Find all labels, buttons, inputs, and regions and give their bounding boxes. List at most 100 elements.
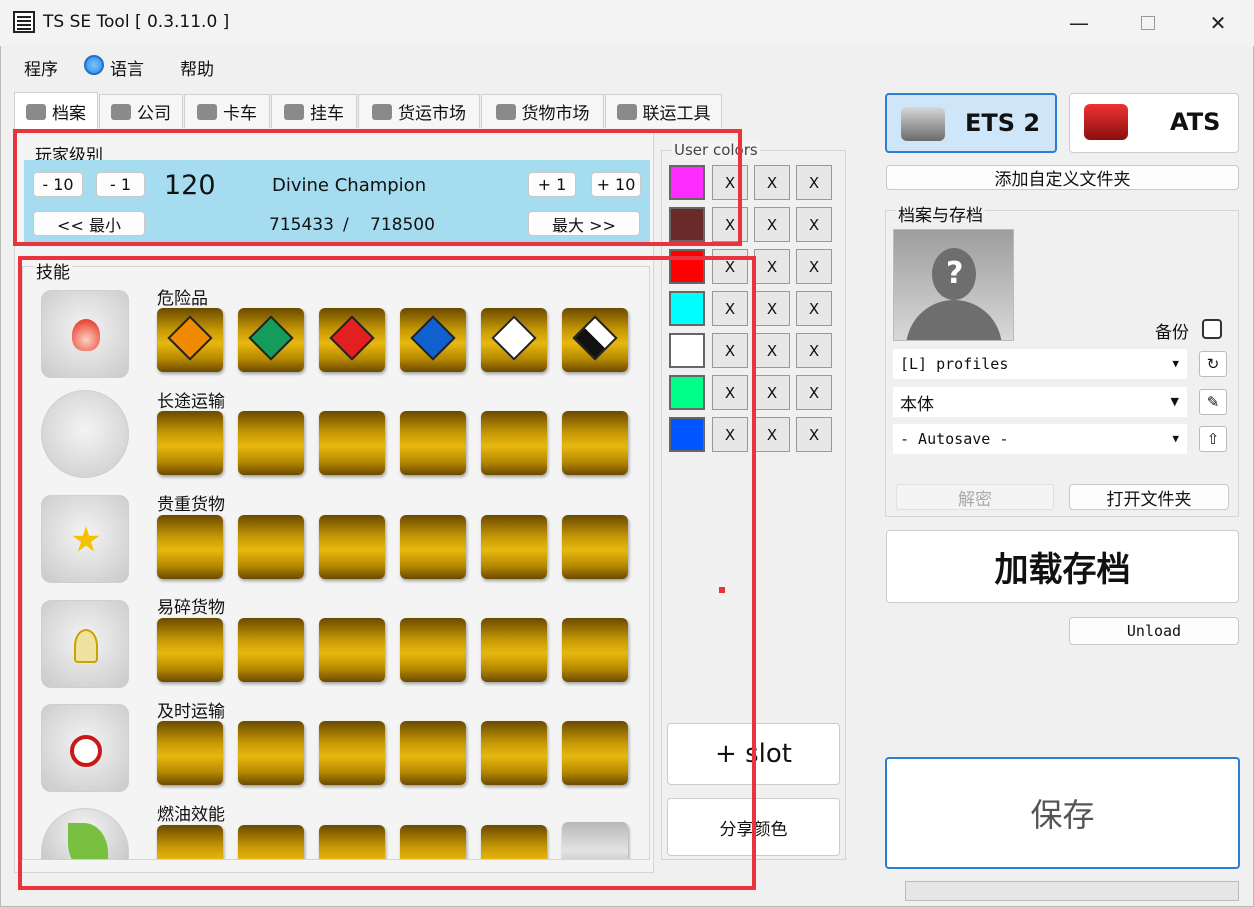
high-value-level-3[interactable] bbox=[319, 515, 385, 579]
maximize-button[interactable] bbox=[1113, 0, 1183, 46]
remove-color-button[interactable]: X bbox=[796, 417, 832, 452]
remove-color-button[interactable]: X bbox=[796, 165, 832, 200]
remove-color-button[interactable]: X bbox=[754, 165, 790, 200]
long-distance-level-6[interactable] bbox=[562, 411, 628, 475]
adr-badge-flammable[interactable] bbox=[319, 308, 385, 372]
long-distance-level-1[interactable] bbox=[157, 411, 223, 475]
load-save-button[interactable]: 加载存档 bbox=[886, 530, 1239, 603]
level-plus1-button[interactable]: + 1 bbox=[528, 172, 576, 197]
color-swatch-2[interactable] bbox=[669, 207, 705, 242]
just-in-time-level-2[interactable] bbox=[238, 721, 304, 785]
export-save-button[interactable]: ⇧ bbox=[1199, 426, 1227, 452]
tab-company[interactable]: 公司 bbox=[99, 94, 183, 128]
refresh-button[interactable]: ↻ bbox=[1199, 351, 1227, 377]
ets2-button[interactable]: ETS 2 bbox=[885, 93, 1057, 153]
fragile-level-4[interactable] bbox=[400, 618, 466, 682]
remove-color-button[interactable]: X bbox=[796, 333, 832, 368]
adr-badge-toxic[interactable] bbox=[481, 308, 547, 372]
remove-color-button[interactable]: X bbox=[796, 207, 832, 242]
decrypt-button[interactable]: 解密 bbox=[896, 484, 1054, 510]
menu-language[interactable]: 语言 bbox=[110, 55, 144, 80]
long-distance-level-5[interactable] bbox=[481, 411, 547, 475]
eco-level-3[interactable] bbox=[319, 825, 385, 859]
adr-badge-corrosive[interactable] bbox=[562, 308, 628, 372]
share-colors-button[interactable]: 分享颜色 bbox=[667, 798, 840, 856]
fragile-level-3[interactable] bbox=[319, 618, 385, 682]
remove-color-button[interactable]: X bbox=[712, 165, 748, 200]
menu-program[interactable]: 程序 bbox=[24, 55, 58, 80]
level-minus1-button[interactable]: - 1 bbox=[96, 172, 145, 197]
remove-color-button[interactable]: X bbox=[712, 249, 748, 284]
long-distance-level-4[interactable] bbox=[400, 411, 466, 475]
remove-color-button[interactable]: X bbox=[754, 249, 790, 284]
remove-color-button[interactable]: X bbox=[796, 291, 832, 326]
color-swatch-6[interactable] bbox=[669, 375, 705, 410]
tab-profile[interactable]: 档案 bbox=[14, 92, 98, 130]
minimize-button[interactable]: — bbox=[1044, 0, 1114, 46]
eco-level-5[interactable] bbox=[481, 825, 547, 859]
eco-level-6[interactable] bbox=[562, 822, 628, 859]
just-in-time-level-4[interactable] bbox=[400, 721, 466, 785]
just-in-time-level-5[interactable] bbox=[481, 721, 547, 785]
profiles-folder-select[interactable]: [L] profiles ▼ bbox=[893, 349, 1187, 379]
just-in-time-level-1[interactable] bbox=[157, 721, 223, 785]
fragile-level-2[interactable] bbox=[238, 618, 304, 682]
remove-color-button[interactable]: X bbox=[712, 417, 748, 452]
long-distance-level-2[interactable] bbox=[238, 411, 304, 475]
profile-select[interactable]: 本体 ▼ bbox=[893, 387, 1187, 417]
just-in-time-level-6[interactable] bbox=[562, 721, 628, 785]
level-max-button[interactable]: 最大 >> bbox=[528, 211, 640, 236]
fragile-level-6[interactable] bbox=[562, 618, 628, 682]
eco-level-4[interactable] bbox=[400, 825, 466, 859]
color-swatch-5[interactable] bbox=[669, 333, 705, 368]
fragile-level-1[interactable] bbox=[157, 618, 223, 682]
remove-color-button[interactable]: X bbox=[796, 375, 832, 410]
high-value-level-6[interactable] bbox=[562, 515, 628, 579]
tab-freight-market[interactable]: 货运市场 bbox=[358, 94, 480, 128]
save-button[interactable]: 保存 bbox=[885, 757, 1240, 869]
remove-color-button[interactable]: X bbox=[754, 375, 790, 410]
level-minus10-button[interactable]: - 10 bbox=[33, 172, 83, 197]
remove-color-button[interactable]: X bbox=[754, 333, 790, 368]
remove-color-button[interactable]: X bbox=[754, 417, 790, 452]
add-custom-folder-button[interactable]: 添加自定义文件夹 bbox=[886, 165, 1239, 190]
high-value-level-2[interactable] bbox=[238, 515, 304, 579]
high-value-level-1[interactable] bbox=[157, 515, 223, 579]
remove-color-button[interactable]: X bbox=[712, 375, 748, 410]
backup-checkbox[interactable] bbox=[1202, 319, 1222, 339]
color-swatch-4[interactable] bbox=[669, 291, 705, 326]
tab-convoy-tools[interactable]: 联运工具 bbox=[605, 94, 722, 128]
color-swatch-1[interactable] bbox=[669, 165, 705, 200]
level-plus10-button[interactable]: + 10 bbox=[591, 172, 641, 197]
remove-color-button[interactable]: X bbox=[712, 333, 748, 368]
ats-button[interactable]: ATS bbox=[1069, 93, 1239, 153]
eco-level-2[interactable] bbox=[238, 825, 304, 859]
unload-button[interactable]: Unload bbox=[1069, 617, 1239, 645]
adr-badge-dangerous-wet[interactable] bbox=[400, 308, 466, 372]
adr-badge-explosives[interactable] bbox=[157, 308, 223, 372]
open-folder-button[interactable]: 打开文件夹 bbox=[1069, 484, 1229, 510]
high-value-level-4[interactable] bbox=[400, 515, 466, 579]
remove-color-button[interactable]: X bbox=[754, 291, 790, 326]
long-distance-level-3[interactable] bbox=[319, 411, 385, 475]
color-swatch-7[interactable] bbox=[669, 417, 705, 452]
menu-help[interactable]: 帮助 bbox=[180, 55, 214, 80]
level-min-button[interactable]: << 最小 bbox=[33, 211, 145, 236]
tab-trailer[interactable]: 挂车 bbox=[271, 94, 357, 128]
adr-badge-gas[interactable] bbox=[238, 308, 304, 372]
close-button[interactable]: ✕ bbox=[1183, 0, 1253, 46]
high-value-level-5[interactable] bbox=[481, 515, 547, 579]
add-slot-button[interactable]: + slot bbox=[667, 723, 840, 785]
remove-color-button[interactable]: X bbox=[796, 249, 832, 284]
remove-color-button[interactable]: X bbox=[712, 207, 748, 242]
tab-truck[interactable]: 卡车 bbox=[184, 94, 270, 128]
just-in-time-level-3[interactable] bbox=[319, 721, 385, 785]
eco-level-1[interactable] bbox=[157, 825, 223, 859]
fragile-level-5[interactable] bbox=[481, 618, 547, 682]
remove-color-button[interactable]: X bbox=[712, 291, 748, 326]
tab-cargo-market[interactable]: 货物市场 bbox=[481, 94, 604, 128]
remove-color-button[interactable]: X bbox=[754, 207, 790, 242]
color-swatch-3[interactable] bbox=[669, 249, 705, 284]
save-select[interactable]: - Autosave - ▼ bbox=[893, 424, 1187, 454]
edit-profile-button[interactable]: ✎ bbox=[1199, 389, 1227, 415]
